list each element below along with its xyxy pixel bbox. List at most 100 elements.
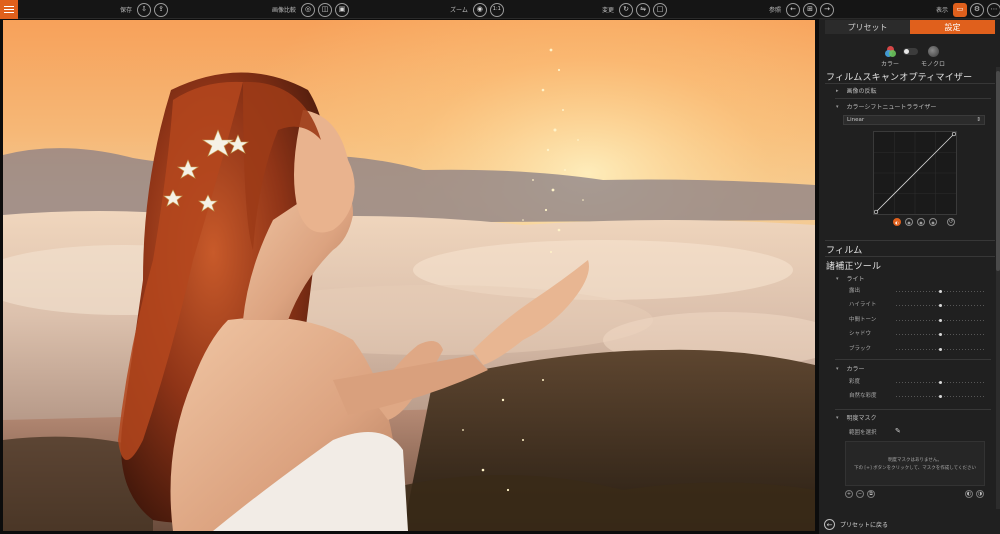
divider [835, 359, 991, 360]
select-range-label: 範囲を選択 [849, 430, 877, 436]
tab-presets[interactable]: プリセット [825, 20, 910, 34]
rotate-icon[interactable]: ↻ [619, 2, 634, 17]
mask-list: 明度マスクはありません。 下の [+] ボタンをクリックして、マスクを作成してく… [845, 441, 985, 486]
curve-type-select[interactable]: Linear ⇕ [843, 115, 985, 125]
remove-mask-icon[interactable]: − [856, 490, 864, 498]
tone-curve-editor[interactable] [873, 131, 957, 215]
save-export-icon[interactable]: ⇩ [137, 2, 152, 17]
slider-knob[interactable] [938, 319, 942, 322]
slider-label-highlights: ハイライト [849, 302, 877, 308]
chevron-down-icon: ▾ [836, 275, 839, 282]
expander-color-shift[interactable]: ▾ カラーシフトニュートラライザー [836, 102, 937, 112]
toolbar-label-edit: 変更 [602, 7, 615, 14]
mode-mono[interactable]: モノクロ [921, 46, 945, 68]
toolbar-label-save: 保存 [120, 7, 133, 14]
compare-split-icon[interactable]: ◫ [318, 2, 333, 17]
prev-icon[interactable]: ← [786, 2, 801, 17]
sunset-portrait-image [3, 20, 815, 531]
slider-saturation[interactable] [896, 381, 984, 384]
mask-invert-icon[interactable]: ◑ [976, 490, 984, 498]
expander-invert[interactable]: ▸ 画像の反転 [836, 86, 877, 96]
chevron-down-icon: ▾ [836, 414, 839, 421]
tab-settings[interactable]: 設定 [910, 20, 995, 34]
next-icon[interactable]: → [820, 2, 835, 17]
divider [835, 409, 991, 410]
toolbar-label-zoom: ズーム [450, 7, 468, 14]
channel-red-button[interactable]: ◉ [905, 218, 913, 226]
display-more-icon[interactable]: ⋯ [987, 2, 1000, 17]
settings-panel: プリセット 設定 カラー モノクロ フィルムスキャンオプティマイザー ▸ 画像の… [818, 19, 1000, 534]
section-film-scan-optimizer[interactable]: フィルムスキャンオプティマイザー [826, 70, 972, 83]
slider-knob[interactable] [938, 333, 942, 336]
expander-light-label: ライト [846, 276, 865, 283]
crop-icon[interactable]: □ [653, 2, 668, 17]
slider-knob[interactable] [938, 290, 942, 293]
channel-blue-button[interactable]: ◉ [929, 218, 937, 226]
flip-icon[interactable]: ⇋ [636, 2, 651, 17]
section-correction-tools[interactable]: 諸補正ツール [826, 259, 881, 272]
compare-side-icon[interactable]: ▣ [335, 2, 350, 17]
color-mode-toggle[interactable] [903, 48, 918, 55]
slider-label-saturation: 彩度 [849, 379, 861, 385]
hamburger-menu-button[interactable] [0, 0, 18, 19]
curve-black-point[interactable] [873, 209, 879, 215]
tone-curve-graph [873, 131, 957, 215]
color-mode-switch: カラー モノクロ [881, 46, 951, 68]
top-toolbar: 保存 ⇩ ⇪ 画像比較 ◎ ◫ ▣ ズーム ◉ 1:1 変更 ↻ ⇋ □ 参照 … [0, 0, 1000, 19]
panel-tabs: プリセット 設定 [825, 20, 995, 34]
zoom-100-icon[interactable]: 1:1 [489, 2, 504, 17]
mode-color-label: カラー [881, 61, 900, 68]
mode-color[interactable]: カラー [881, 46, 899, 68]
toolbar-group-edit: 変更 ↻ ⇋ □ [602, 0, 668, 19]
duplicate-mask-icon[interactable]: ⧉ [867, 490, 875, 498]
add-mask-icon[interactable]: + [845, 490, 853, 498]
grid-icon[interactable]: ⊞ [803, 2, 818, 17]
slider-knob[interactable] [938, 395, 942, 398]
divider [835, 98, 991, 99]
reset-curve-icon[interactable]: ↺ [947, 218, 955, 226]
expander-color-shift-label: カラーシフトニュートラライザー [846, 104, 937, 111]
slider-label-vibrance: 自然な彩度 [849, 393, 877, 399]
expander-color[interactable]: ▾ カラー [836, 364, 865, 374]
slider-label-blacks: ブラック [849, 346, 872, 352]
slider-label-shadows: シャドウ [849, 331, 872, 337]
display-settings-icon[interactable]: ⚙ [970, 2, 985, 17]
toolbar-group-compare: 画像比較 ◎ ◫ ▣ [272, 0, 350, 19]
expander-luminosity-mask[interactable]: ▾ 明度マスク [836, 413, 877, 423]
section-film[interactable]: フィルム [826, 243, 862, 256]
channel-green-button[interactable]: ◉ [917, 218, 925, 226]
chevron-right-icon: ▸ [836, 87, 839, 94]
image-canvas[interactable] [0, 19, 818, 534]
toolbar-group-save: 保存 ⇩ ⇪ [120, 0, 169, 19]
slider-shadows[interactable] [896, 333, 984, 336]
back-to-presets-button[interactable]: ← プリセットに戻る [824, 519, 888, 530]
channel-rgb-button[interactable]: ◐ [893, 218, 901, 226]
curve-channel-buttons: ◐ ◉ ◉ ◉ [893, 218, 937, 226]
slider-label-midtones: 中間トーン [849, 317, 877, 323]
eyedropper-icon[interactable]: ✎ [895, 427, 901, 435]
expander-invert-label: 画像の反転 [846, 88, 877, 95]
photo-preview [3, 20, 815, 531]
display-panel-icon[interactable]: ▭ [953, 2, 968, 17]
slider-exposure[interactable] [896, 290, 984, 293]
slider-midtones[interactable] [896, 319, 984, 322]
toolbar-group-display: 表示 ▭ ⚙ ⋯ [936, 0, 1000, 19]
mask-empty-text-1: 明度マスクはありません。 [888, 457, 942, 463]
chevron-down-icon: ▾ [836, 365, 839, 372]
panel-scrollbar-thumb[interactable] [996, 71, 1000, 271]
mask-visibility-icon[interactable]: ◐ [965, 490, 973, 498]
slider-knob[interactable] [938, 348, 942, 351]
expander-light[interactable]: ▾ ライト [836, 274, 865, 284]
toolbar-group-zoom: ズーム ◉ 1:1 [450, 0, 504, 19]
slider-knob[interactable] [938, 381, 942, 384]
zoom-fit-icon[interactable]: ◉ [472, 2, 487, 17]
slider-highlights[interactable] [896, 304, 984, 307]
save-layers-icon[interactable]: ⇪ [154, 2, 169, 17]
curve-white-point[interactable] [951, 131, 957, 137]
slider-blacks[interactable] [896, 348, 984, 351]
slider-knob[interactable] [938, 304, 942, 307]
chevron-down-icon: ▾ [836, 103, 839, 110]
compare-eye-icon[interactable]: ◎ [301, 2, 316, 17]
slider-vibrance[interactable] [896, 395, 984, 398]
chevron-updown-icon: ⇕ [976, 117, 981, 123]
